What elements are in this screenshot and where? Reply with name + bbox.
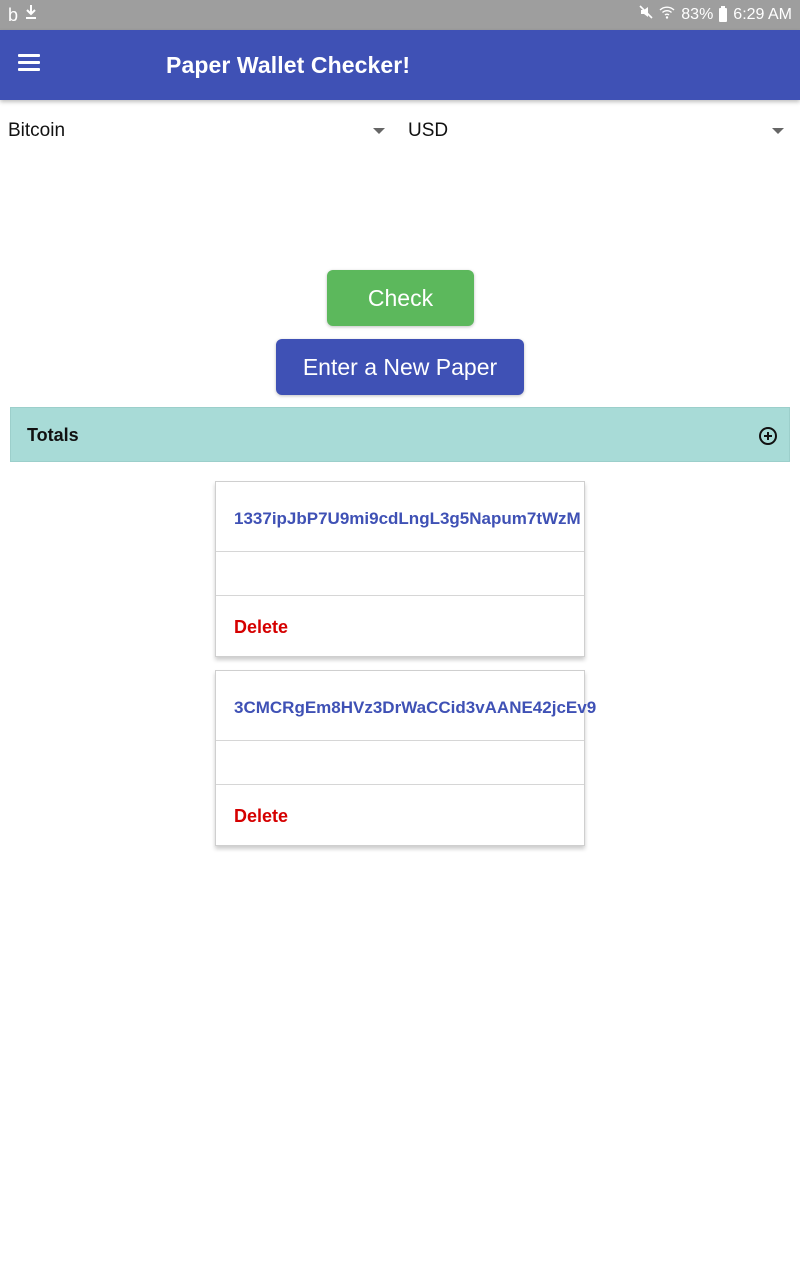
currency-select-value: USD: [408, 120, 449, 141]
wallet-balance-row: [216, 552, 584, 596]
status-right-icons: 83% 6:29 AM: [639, 5, 792, 24]
status-bar: b 83% 6:29 AM: [0, 0, 800, 30]
wallet-address-row: 1337ipJbP7U9mi9cdLngL3g5Napum7tWzM: [216, 482, 584, 552]
app-bar: Paper Wallet Checker!: [0, 30, 800, 100]
wifi-icon: [659, 5, 675, 24]
currency-select[interactable]: USD: [400, 110, 800, 152]
wallet-actions-row: Delete: [216, 596, 584, 656]
delete-wallet-button[interactable]: Delete: [234, 806, 288, 827]
battery-percent: 83%: [681, 5, 714, 23]
clock: 6:29 AM: [733, 5, 792, 23]
expand-plus-icon[interactable]: [759, 427, 777, 445]
hamburger-menu-icon[interactable]: [18, 54, 40, 74]
b-app-icon: b: [8, 4, 19, 25]
wallet-balance-row: [216, 741, 584, 785]
status-left-icons: b: [8, 4, 38, 25]
dropdown-caret-icon: [373, 128, 385, 134]
app-title: Paper Wallet Checker!: [166, 52, 411, 78]
wallet-actions-row: Delete: [216, 785, 584, 845]
new-paper-wallet-button[interactable]: Enter a New Paper Wallet: [276, 339, 524, 436]
battery-icon: [719, 5, 728, 22]
wallet-card: 3CMCRgEm8HVz3DrWaCCid3vAANE42jcEv9 Delet…: [215, 670, 596, 846]
wallet-card: 1337ipJbP7U9mi9cdLngL3g5Napum7tWzM Delet…: [215, 481, 585, 657]
wallet-address-link[interactable]: 3CMCRgEm8HVz3DrWaCCid3vAANE42jcEv9: [234, 698, 596, 718]
dropdown-caret-icon: [772, 128, 784, 134]
wallet-address-link[interactable]: 1337ipJbP7U9mi9cdLngL3g5Napum7tWzM: [234, 509, 581, 529]
wallet-address-row: 3CMCRgEm8HVz3DrWaCCid3vAANE42jcEv9: [216, 671, 596, 741]
delete-wallet-button[interactable]: Delete: [234, 617, 288, 638]
totals-label: Totals: [27, 425, 79, 445]
totals-expander[interactable]: Totals: [10, 407, 790, 462]
coin-select-value: Bitcoin: [8, 120, 66, 141]
check-balance-button[interactable]: Check Balance: [327, 270, 474, 367]
mute-icon: [639, 5, 653, 24]
download-icon: [24, 4, 38, 25]
coin-select[interactable]: Bitcoin: [0, 110, 395, 152]
